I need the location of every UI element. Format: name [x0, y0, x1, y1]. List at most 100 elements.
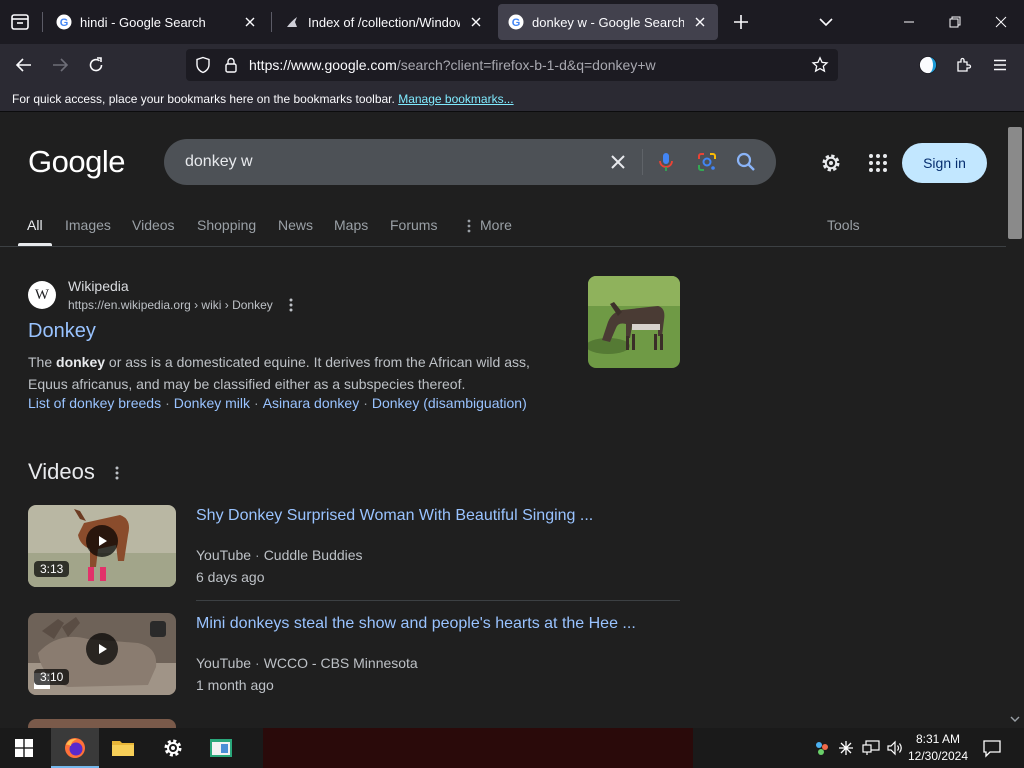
video-thumbnail-partial[interactable]	[28, 719, 176, 728]
close-tab-icon[interactable]	[468, 14, 484, 30]
chevron-down-icon[interactable]	[814, 10, 838, 34]
google-favicon-icon: G	[56, 14, 72, 30]
wikipedia-logo-icon[interactable]: W	[28, 281, 56, 309]
source-separator: ·	[255, 547, 260, 563]
tab-forums[interactable]: Forums	[390, 217, 437, 233]
shield-icon[interactable]	[194, 56, 212, 74]
scroll-down-arrow-icon[interactable]	[1010, 711, 1020, 722]
bookmark-star-icon[interactable]	[811, 56, 829, 74]
snippet-highlight: donkey	[56, 354, 106, 370]
tab-more[interactable]: More	[480, 217, 512, 233]
close-tab-icon[interactable]	[242, 14, 258, 30]
play-icon[interactable]	[86, 525, 118, 557]
settings-gear-taskbar-icon[interactable]	[149, 728, 197, 768]
firefox-taskbar-icon[interactable]	[51, 728, 99, 768]
sitelink[interactable]: Donkey milk	[174, 395, 250, 411]
result-more-options-icon[interactable]	[288, 297, 294, 313]
action-center-notification-icon[interactable]	[982, 738, 1002, 758]
microphone-icon[interactable]	[654, 150, 678, 174]
video-duration: 3:13	[34, 561, 70, 577]
result-sitelinks: List of donkey breeds · Donkey milk · Asinar…	[28, 395, 527, 411]
video-source: YouTube · WCCO - CBS Minnesota	[196, 655, 418, 671]
tab-videos[interactable]: Videos	[132, 217, 175, 233]
result-snippet: The donkey or ass is a domesticated equi…	[28, 351, 568, 395]
dark-reader-extension-icon[interactable]	[912, 49, 944, 81]
url-text: https://www.google.com/search?client=fir…	[249, 57, 656, 73]
play-icon[interactable]	[86, 633, 118, 665]
extensions-puzzle-icon[interactable]	[948, 49, 980, 81]
back-arrow-icon[interactable]	[8, 49, 40, 81]
windows-taskbar: 8:31 AM 12/30/2024	[0, 728, 1024, 768]
video-thumbnail[interactable]: 3:13	[28, 505, 176, 587]
minimize-window-icon[interactable]	[886, 0, 932, 44]
file-explorer-folder-icon[interactable]	[99, 728, 147, 768]
page-favicon-icon	[284, 14, 300, 30]
tab-index-collection[interactable]: Index of /collection/Windows 1	[274, 4, 494, 40]
close-window-icon[interactable]	[978, 0, 1024, 44]
search-divider	[642, 149, 643, 175]
search-icon[interactable]	[734, 150, 758, 174]
result-title-link[interactable]: Donkey	[28, 320, 96, 343]
active-tab-indicator	[18, 243, 52, 246]
video-result[interactable]: 3:13 Shy Donkey Surprised Woman With Bea…	[28, 505, 680, 613]
tab-hindi-search[interactable]: G hindi - Google Search	[46, 4, 268, 40]
reload-icon[interactable]	[80, 49, 112, 81]
google-results-page: Google donkey w Sign in All Images Video…	[0, 113, 1024, 728]
sitelink[interactable]: Asinara donkey	[263, 395, 360, 411]
video-source: YouTube · Cuddle Buddies	[196, 547, 363, 563]
source-separator: ·	[255, 655, 260, 671]
tab-donkey-search[interactable]: G donkey w - Google Search	[498, 4, 718, 40]
tab-all[interactable]: All	[27, 217, 43, 233]
page-scrollbar-thumb[interactable]	[1008, 127, 1022, 239]
tools-button[interactable]: Tools	[827, 217, 860, 233]
hamburger-menu-icon[interactable]	[984, 49, 1016, 81]
lock-icon[interactable]	[222, 56, 240, 74]
video-platform: YouTube	[196, 655, 252, 671]
video-channel: Cuddle Buddies	[263, 547, 363, 563]
manage-bookmarks-link[interactable]: Manage bookmarks...	[398, 92, 513, 106]
restore-window-icon[interactable]	[932, 0, 978, 44]
app-window-taskbar-icon[interactable]	[197, 728, 245, 768]
tab-title: Index of /collection/Windows 1	[308, 14, 460, 30]
video-date: 6 days ago	[196, 569, 265, 585]
sign-in-button[interactable]: Sign in	[902, 143, 987, 183]
sitelink-separator: ·	[363, 395, 368, 411]
network-monitor-icon[interactable]	[862, 740, 880, 756]
address-bar[interactable]: https://www.google.com/search?client=fir…	[186, 49, 838, 81]
settings-gear-icon[interactable]	[819, 151, 843, 175]
google-logo[interactable]: Google	[28, 144, 125, 180]
sitelink[interactable]: List of donkey breeds	[28, 395, 161, 411]
tab-news[interactable]: News	[278, 217, 313, 233]
new-tab-icon[interactable]	[729, 10, 753, 34]
tab-images[interactable]: Images	[65, 217, 111, 233]
tab-shopping[interactable]: Shopping	[197, 217, 256, 233]
list-all-tabs-icon[interactable]	[8, 10, 32, 34]
network-sparkle-icon[interactable]	[838, 740, 854, 756]
svg-text:G: G	[512, 17, 521, 29]
search-box[interactable]: donkey w	[164, 139, 776, 185]
clock-time: 8:31 AM	[915, 732, 961, 746]
system-clock[interactable]: 8:31 AM 12/30/2024	[904, 731, 972, 765]
video-result[interactable]: 3:10 Mini donkeys steal the show and peo…	[28, 613, 680, 721]
tab-maps[interactable]: Maps	[334, 217, 368, 233]
result-site-name[interactable]: Wikipedia	[68, 278, 129, 294]
videos-more-options-icon[interactable]	[114, 465, 120, 481]
forward-arrow-icon[interactable]	[44, 49, 76, 81]
result-url[interactable]: https://en.wikipedia.org › wiki › Donkey	[68, 298, 273, 312]
bookmarks-message: For quick access, place your bookmarks h…	[12, 92, 514, 106]
video-title-link[interactable]: Shy Donkey Surprised Woman With Beautifu…	[196, 507, 593, 525]
volume-speaker-icon[interactable]	[886, 740, 904, 756]
people-notification-icon[interactable]	[814, 740, 830, 756]
video-title-link[interactable]: Mini donkeys steal the show and people's…	[196, 615, 636, 633]
video-thumbnail[interactable]: 3:10	[28, 613, 176, 695]
windows-start-icon[interactable]	[0, 728, 48, 768]
google-lens-icon[interactable]	[695, 150, 719, 174]
close-tab-icon[interactable]	[692, 14, 708, 30]
more-vertical-icon[interactable]	[467, 219, 471, 233]
search-input[interactable]: donkey w	[185, 153, 253, 171]
result-thumbnail-donkey-image[interactable]	[588, 276, 680, 368]
clear-search-icon[interactable]	[606, 150, 630, 174]
sitelink[interactable]: Donkey (disambiguation)	[372, 395, 527, 411]
taskbar-background-image	[263, 728, 693, 768]
google-apps-grid-icon[interactable]	[866, 151, 890, 175]
